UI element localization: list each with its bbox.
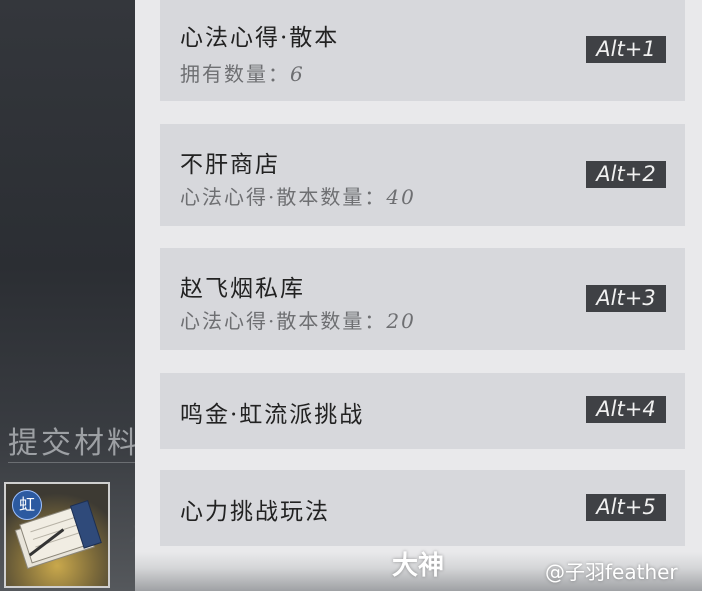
watermark-user: @子羽feather: [545, 560, 678, 584]
shortcut-key-badge: Alt+5: [586, 494, 666, 521]
menu-item-3[interactable]: 赵飞烟私库 心法心得·散本数量：20 Alt+3: [160, 248, 685, 350]
menu-item-title: 心力挑战玩法: [180, 499, 330, 525]
sub-value: 20: [386, 309, 416, 333]
watermark-brand: 大神: [392, 551, 445, 581]
menu-item-subtitle: 拥有数量：6: [180, 58, 305, 87]
shortcut-key-badge: Alt+2: [586, 161, 666, 188]
menu-item-title: 不肝商店: [180, 152, 280, 178]
menu-item-title: 心法心得·散本: [180, 25, 340, 51]
sub-value: 40: [386, 185, 416, 209]
shortcut-key-badge: Alt+1: [586, 36, 666, 63]
menu-item-4[interactable]: 鸣金·虹流派挑战 Alt+4: [160, 373, 685, 449]
submit-materials-label: 提交材料: [8, 426, 140, 461]
sub-label: 心法心得·散本数量：: [180, 309, 387, 333]
menu-item-2[interactable]: 不肝商店 心法心得·散本数量：40 Alt+2: [160, 124, 685, 226]
sub-label: 心法心得·散本数量：: [180, 185, 387, 209]
menu-item-5[interactable]: 心力挑战玩法 Alt+5: [160, 470, 685, 546]
menu-item-title: 赵飞烟私库: [180, 276, 305, 302]
menu-item-title: 鸣金·虹流派挑战: [180, 402, 365, 428]
sub-value: 6: [290, 62, 305, 86]
menu-item-subtitle: 心法心得·散本数量：40: [180, 181, 416, 210]
item-type-badge: 虹: [12, 490, 42, 520]
shortcut-key-badge: Alt+3: [586, 285, 666, 312]
menu-item-1[interactable]: 心法心得·散本 拥有数量：6 Alt+1: [160, 0, 685, 101]
divider: [8, 462, 136, 463]
shortcut-key-badge: Alt+4: [586, 396, 666, 423]
sub-label: 拥有数量：: [180, 62, 290, 86]
material-item-slot[interactable]: 虹: [4, 482, 110, 588]
menu-item-subtitle: 心法心得·散本数量：20: [180, 305, 416, 334]
